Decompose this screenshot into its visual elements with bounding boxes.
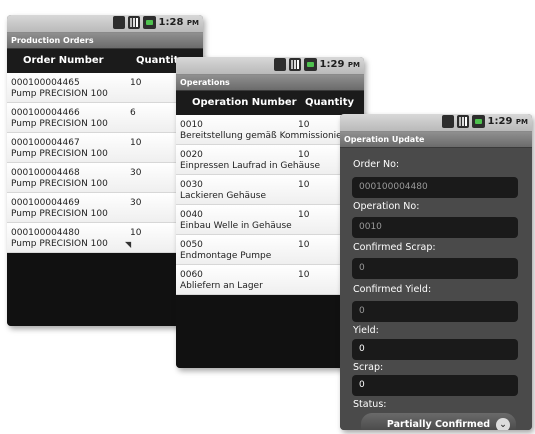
operation-list: 0010 Bereitstellung gemäß Kommissionier …	[176, 115, 364, 295]
clock: 1:28 PM	[158, 17, 199, 28]
order-quantity: 10	[130, 228, 142, 238]
order-quantity: 30	[130, 168, 142, 178]
status-bar: 1:29 PM	[340, 114, 532, 132]
clock: 1:29 PM	[319, 59, 360, 70]
clock: 1:29 PM	[487, 116, 528, 127]
yield-field[interactable]: 0	[352, 339, 518, 360]
operation-number: 0010	[180, 120, 203, 130]
operation-description: Einpressen Laufrad in Gehäuse	[180, 161, 321, 171]
order-number: 000100004468	[11, 168, 80, 178]
empty-list-area	[7, 253, 203, 326]
empty-list-area	[176, 295, 364, 368]
operation-quantity: 10	[298, 270, 310, 280]
mouse-pointer-icon: ◥	[125, 240, 132, 249]
order-no-field[interactable]: 000100004480	[352, 177, 518, 198]
product-name: Pump PRECISION 100	[11, 179, 108, 189]
scrap-field[interactable]: 0	[352, 375, 518, 396]
product-name: Pump PRECISION 100	[11, 119, 108, 129]
list-item[interactable]: 0020 Einpressen Laufrad in Gehäuse 10	[176, 145, 364, 175]
signal-icon	[456, 115, 469, 128]
product-name: Pump PRECISION 100	[11, 239, 108, 249]
status-selected-value: Partially Confirmed	[386, 419, 491, 430]
list-item[interactable]: 0060 Abliefern an Lager 10	[176, 265, 364, 295]
confirmed-scrap-field[interactable]: 0	[352, 258, 518, 279]
production-orders-screen: 1:28 PM Production Orders Order Number Q…	[7, 15, 203, 326]
signal-icon	[127, 16, 140, 29]
operation-description: Einbau Welle in Gehäuse	[180, 221, 292, 231]
list-item[interactable]: 0050 Endmontage Pumpe 10	[176, 235, 364, 265]
product-name: Pump PRECISION 100	[11, 89, 108, 99]
app-title: Production Orders	[7, 33, 203, 48]
order-number: 000100004467	[11, 138, 80, 148]
status-bar: 1:28 PM	[7, 15, 203, 33]
operation-number: 0050	[180, 240, 203, 250]
operation-update-screen: 1:29 PM Operation Update Order No: 00010…	[340, 114, 532, 430]
status-bar: 1:29 PM	[176, 57, 364, 75]
signal-icon	[288, 58, 301, 71]
column-header-order-number[interactable]: Order Number	[23, 49, 104, 73]
list-item[interactable]: 000100004466 Pump PRECISION 100 6	[7, 103, 203, 133]
product-name: Pump PRECISION 100	[11, 209, 108, 219]
operation-number: 0020	[180, 150, 203, 160]
confirmed-scrap-label: Confirmed Scrap:	[353, 242, 436, 253]
battery-icon	[142, 16, 156, 29]
order-number: 000100004469	[11, 198, 80, 208]
list-item[interactable]: 000100004469 Pump PRECISION 100 30	[7, 193, 203, 223]
operation-quantity: 10	[298, 150, 310, 160]
chevron-down-icon: ⌄	[496, 418, 510, 430]
order-number: 000100004465	[11, 78, 80, 88]
operation-quantity: 10	[298, 120, 310, 130]
list-item[interactable]: 0030 Lackieren Gehäuse 10	[176, 175, 364, 205]
table-header: Operation Number Quantity	[176, 91, 364, 115]
operation-description: Bereitstellung gemäß Kommissionier	[180, 131, 346, 141]
list-item[interactable]: 000100004465 Pump PRECISION 100 10	[7, 73, 203, 103]
order-quantity: 6	[130, 108, 136, 118]
operation-quantity: 10	[298, 180, 310, 190]
app-title: Operations	[176, 75, 364, 90]
app-title: Operation Update	[340, 132, 532, 147]
order-number: 000100004466	[11, 108, 80, 118]
battery-icon	[303, 58, 317, 71]
column-header-operation-number[interactable]: Operation Number	[192, 91, 297, 115]
operations-screen: 1:29 PM Operations Operation Number Quan…	[176, 57, 364, 368]
list-item[interactable]: 0010 Bereitstellung gemäß Kommissionier …	[176, 115, 364, 145]
3g-icon	[273, 58, 286, 71]
list-item[interactable]: 000100004480 Pump PRECISION 100 10 ◥	[7, 223, 203, 253]
operation-description: Endmontage Pumpe	[180, 251, 272, 261]
3g-icon	[441, 115, 454, 128]
order-number: 000100004480	[11, 228, 80, 238]
product-name: Pump PRECISION 100	[11, 149, 108, 159]
list-item[interactable]: 000100004468 Pump PRECISION 100 30	[7, 163, 203, 193]
battery-icon	[471, 115, 485, 128]
confirmed-yield-label: Confirmed Yield:	[353, 284, 432, 295]
operation-no-field[interactable]: 0010	[352, 217, 518, 238]
list-item[interactable]: 000100004467 Pump PRECISION 100 10	[7, 133, 203, 163]
order-no-label: Order No:	[353, 159, 400, 170]
operation-quantity: 10	[298, 240, 310, 250]
operation-quantity: 10	[298, 210, 310, 220]
scrap-label: Scrap:	[353, 362, 384, 373]
operation-update-form: Order No: 000100004480 Operation No: 001…	[340, 148, 532, 430]
order-quantity: 30	[130, 198, 142, 208]
list-item[interactable]: 0040 Einbau Welle in Gehäuse 10	[176, 205, 364, 235]
status-label: Status:	[353, 399, 387, 410]
operation-number: 0030	[180, 180, 203, 190]
3g-icon	[112, 16, 125, 29]
order-quantity: 10	[130, 78, 142, 88]
column-header-quantity[interactable]: Quantity	[305, 91, 354, 115]
order-quantity: 10	[130, 138, 142, 148]
operation-description: Abliefern an Lager	[180, 281, 263, 291]
operation-no-label: Operation No:	[353, 201, 420, 212]
confirmed-yield-field[interactable]: 0	[352, 301, 518, 322]
operation-description: Lackieren Gehäuse	[180, 191, 266, 201]
operation-number: 0060	[180, 270, 203, 280]
table-header: Order Number Quantity	[7, 49, 203, 73]
operation-number: 0040	[180, 210, 203, 220]
order-list: 000100004465 Pump PRECISION 100 10 00010…	[7, 73, 203, 253]
yield-label: Yield:	[353, 325, 379, 336]
status-select[interactable]: Partially Confirmed ⌄	[361, 413, 516, 430]
